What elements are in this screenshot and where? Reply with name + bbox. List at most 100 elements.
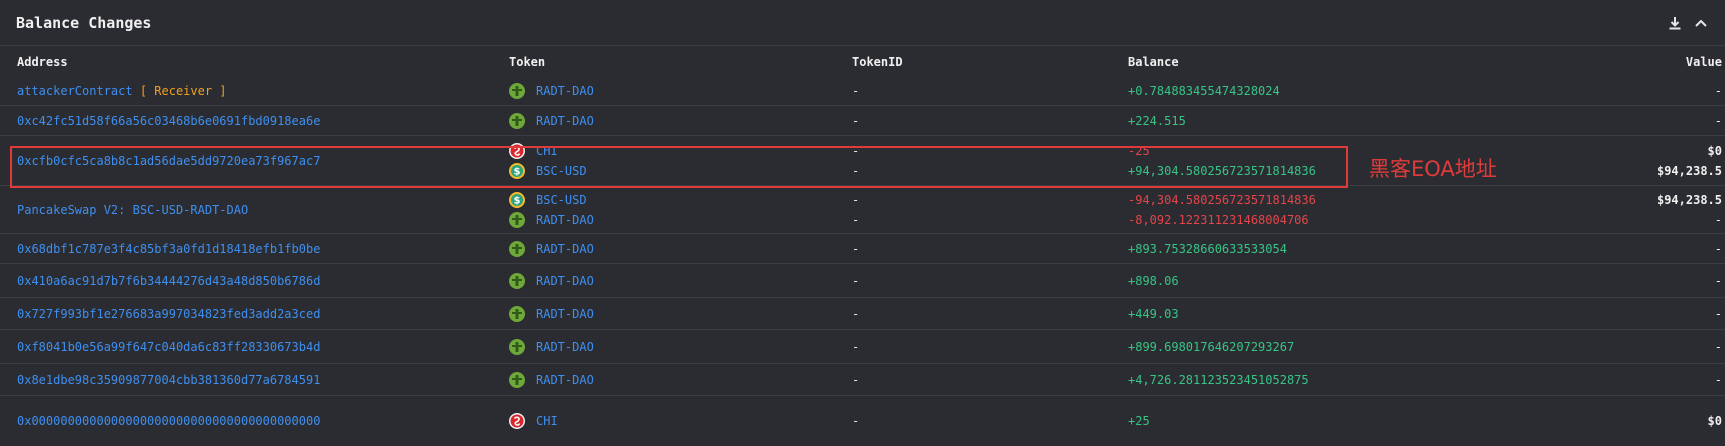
balance-cell: +0.784883455474328024 [1128,84,1280,98]
address-link[interactable]: 0x00000000000000000000000000000000000000… [17,414,320,428]
radt-dao-icon [509,113,525,129]
value-cell: - [1714,307,1722,321]
token-link[interactable]: CHI [536,414,558,428]
column-header-balance: Balance [1128,55,1179,69]
address-link[interactable]: 0xc42fc51d58f66a56c03468b6e0691fbd0918ea… [17,114,320,128]
token-cell: $ BSC-USD [509,190,587,210]
column-headers: Address Token TokenID Balance Value [0,46,1725,76]
table-row: 0x727f993bf1e276683a997034823fed3add2a3c… [0,298,1725,330]
address-cell: PancakeSwap V2: BSC-USD-RADT-DAO [17,200,248,220]
token-id-cell: - [852,114,860,128]
token-cell: RADT-DAO [509,271,594,291]
address-link[interactable]: 0x8e1dbe98c35909877004cbb381360d77a67845… [17,373,320,387]
radt-dao-icon [509,339,525,355]
token-cell: RADT-DAO [509,210,594,230]
value-cell: $0 [1707,414,1722,428]
value-cell: - [1714,274,1722,288]
token-id-cell: - [852,307,860,321]
token-cell: RADT-DAO [509,239,594,259]
radt-dao-icon [509,83,525,99]
token-cell: RADT-DAO [509,370,594,390]
table-row: 0x00000000000000000000000000000000000000… [0,396,1725,446]
balance-cell: +898.06 [1128,274,1179,288]
chi-icon [509,413,525,429]
balance-cell: +224.515 [1128,114,1186,128]
column-header-address: Address [17,55,68,69]
value-cell: $94,238.5 [1656,193,1722,207]
token-link[interactable]: RADT-DAO [536,307,594,321]
token-cell: RADT-DAO [509,111,594,131]
highlight-box [10,146,1348,188]
value-cell: - [1714,242,1722,256]
token-link[interactable]: RADT-DAO [536,242,594,256]
token-link[interactable]: RADT-DAO [536,373,594,387]
address-cell: 0x8e1dbe98c35909877004cbb381360d77a67845… [17,370,320,390]
value-cell: - [1714,84,1722,98]
address-cell: 0x410a6ac91d7b7f6b34444276d43a48d850b678… [17,271,320,291]
token-id-cell: - [852,373,860,387]
address-cell: 0x727f993bf1e276683a997034823fed3add2a3c… [17,304,320,324]
token-id-cell: - [852,213,860,227]
balance-cell: +25 [1128,414,1150,428]
address-link[interactable]: 0x727f993bf1e276683a997034823fed3add2a3c… [17,307,320,321]
table-row: 0x8e1dbe98c35909877004cbb381360d77a67845… [0,364,1725,396]
token-cell: RADT-DAO [509,337,594,357]
radt-dao-icon [509,212,525,228]
address-link[interactable]: 0xf8041b0e56a99f647c040da6c83ff28330673b… [17,340,320,354]
token-id-cell: - [852,274,860,288]
balance-cell: +893.75328660633533054 [1128,242,1287,256]
header-actions [1667,15,1709,31]
radt-dao-icon [509,241,525,257]
radt-dao-icon [509,306,525,322]
token-link[interactable]: BSC-USD [536,193,587,207]
value-cell: - [1714,213,1722,227]
token-link[interactable]: RADT-DAO [536,274,594,288]
address-cell: 0xf8041b0e56a99f647c040da6c83ff28330673b… [17,337,320,357]
column-header-token-id: TokenID [852,55,903,69]
token-link[interactable]: RADT-DAO [536,84,594,98]
address-cell: 0xc42fc51d58f66a56c03468b6e0691fbd0918ea… [17,111,320,131]
download-icon[interactable] [1667,15,1683,31]
value-cell: $94,238.5 [1656,164,1722,178]
token-link[interactable]: RADT-DAO [536,213,594,227]
balance-cell: -8,092.122311231468004706 [1128,213,1309,227]
address-cell: attackerContract [ Receiver ] [17,81,227,101]
balance-cell: +4,726.281123523451052875 [1128,373,1309,387]
value-cell: - [1714,340,1722,354]
token-cell: RADT-DAO [509,81,594,101]
value-cell: - [1714,114,1722,128]
address-cell: 0x00000000000000000000000000000000000000… [17,411,320,431]
token-id-cell: - [852,242,860,256]
address-link[interactable]: PancakeSwap V2: BSC-USD-RADT-DAO [17,203,248,217]
panel-header: Balance Changes [0,0,1725,46]
annotation-label: 黑客EOA地址 [1369,157,1497,181]
token-id-cell: - [852,193,860,207]
table-row: 0xf8041b0e56a99f647c040da6c83ff28330673b… [0,330,1725,364]
token-id-cell: - [852,84,860,98]
bsc-usd-icon: $ [509,192,525,208]
radt-dao-icon [509,372,525,388]
token-link[interactable]: RADT-DAO [536,114,594,128]
balance-cell: -94,304.580256723571814836 [1128,193,1316,207]
column-header-token: Token [509,55,546,69]
table-row: attackerContract [ Receiver ] RADT-DAO - +0… [0,76,1725,106]
panel-title: Balance Changes [16,13,152,32]
address-link[interactable]: attackerContract [17,84,133,98]
table-row: PancakeSwap V2: BSC-USD-RADT-DAO $ BSC-USD… [0,186,1725,234]
table-row: 0x68dbf1c787e3f4c85bf3a0fd1d18418efb1fb0… [0,234,1725,264]
address-link[interactable]: 0x68dbf1c787e3f4c85bf3a0fd1d18418efb1fb0… [17,242,320,256]
chevron-up-icon[interactable] [1693,15,1709,31]
balance-cell: +899.698017646207293267 [1128,340,1295,354]
token-cell: RADT-DAO [509,304,594,324]
address-link[interactable]: 0x410a6ac91d7b7f6b34444276d43a48d850b678… [17,274,320,288]
token-id-cell: - [852,340,860,354]
value-cell: - [1714,373,1722,387]
value-cell: $0 [1707,144,1722,158]
token-link[interactable]: RADT-DAO [536,340,594,354]
svg-text:$: $ [514,196,521,207]
table-row: 0xc42fc51d58f66a56c03468b6e0691fbd0918ea… [0,106,1725,136]
column-header-value: Value [1685,55,1722,69]
token-cell: CHI [509,411,558,431]
radt-dao-icon [509,273,525,289]
balance-cell: +449.03 [1128,307,1179,321]
